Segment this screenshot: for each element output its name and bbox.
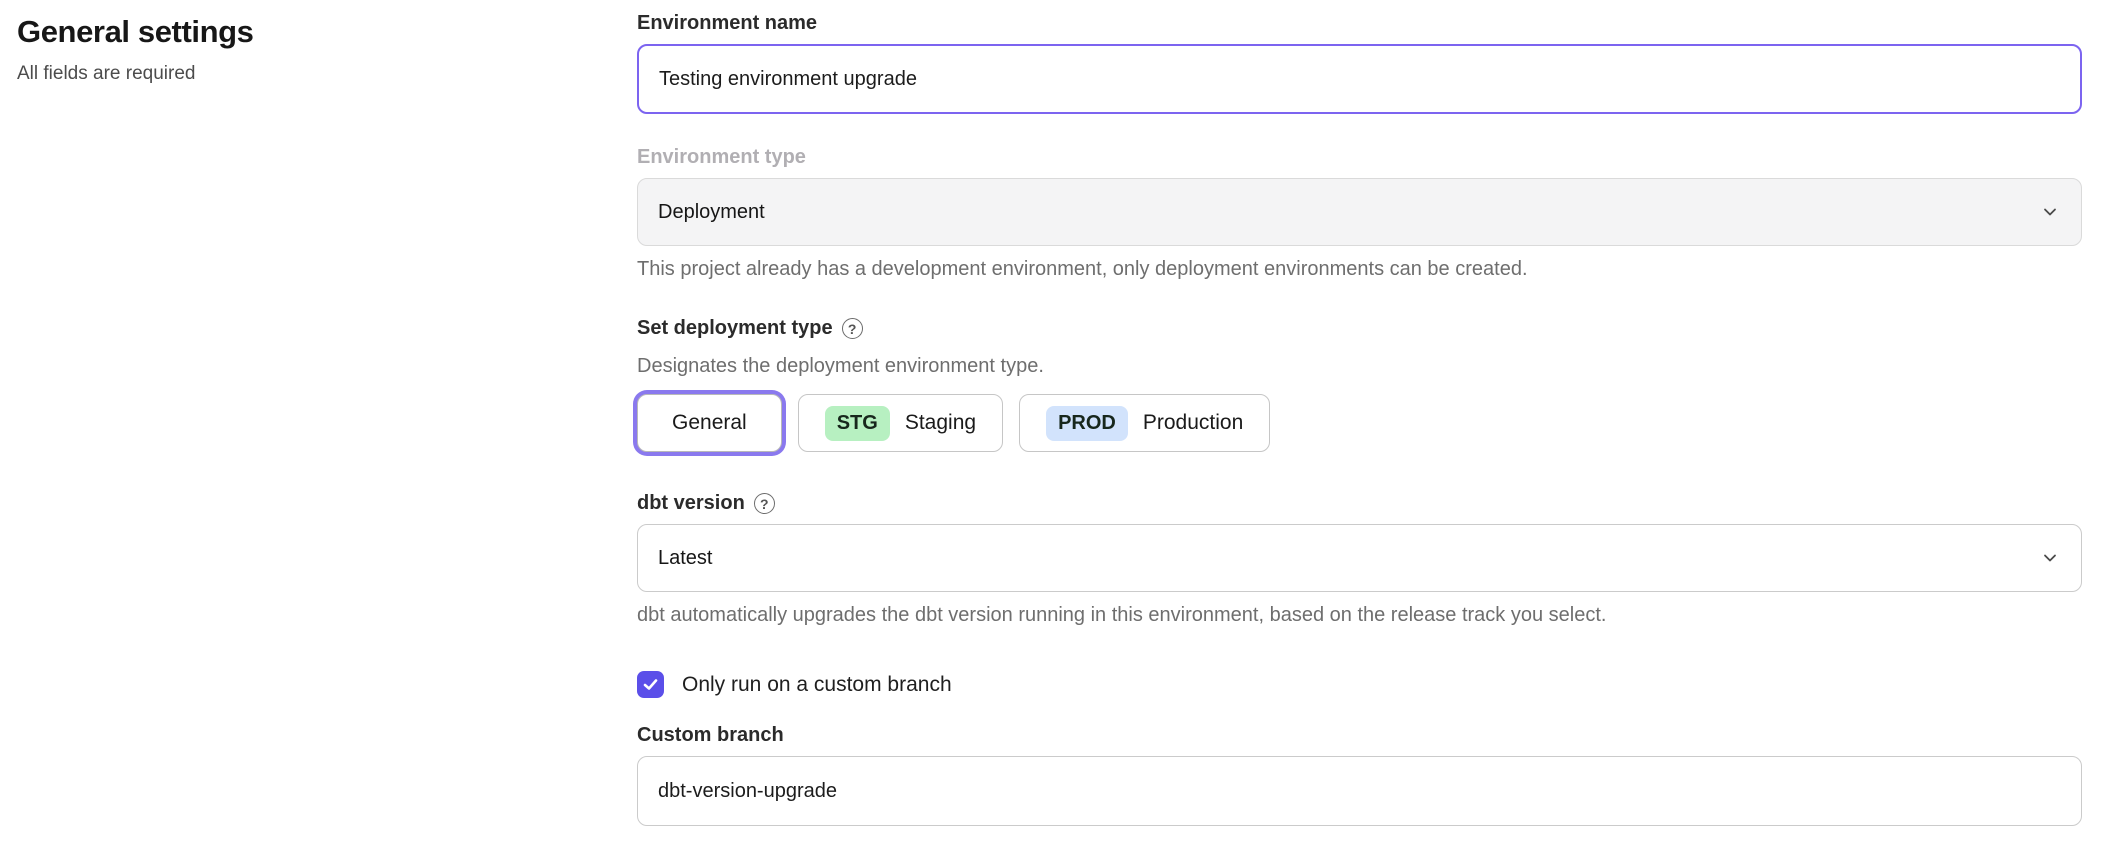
deployment-type-options: General STG Staging PROD Production	[637, 394, 2082, 452]
environment-type-group: Environment type Deployment This project…	[637, 146, 2082, 281]
prod-badge: PROD	[1046, 406, 1128, 441]
environment-type-select[interactable]: Deployment	[637, 178, 2082, 246]
chevron-down-icon	[2041, 549, 2059, 567]
custom-branch-checkbox-label: Only run on a custom branch	[682, 673, 952, 697]
environment-type-helper: This project already has a development e…	[637, 258, 2082, 281]
settings-header: General settings All fields are required	[0, 0, 637, 826]
custom-branch-group: Custom branch	[637, 724, 2082, 826]
stg-badge: STG	[825, 406, 890, 441]
dbt-version-value: Latest	[658, 547, 712, 570]
production-button-label: Production	[1143, 411, 1243, 435]
deployment-type-label: Set deployment type	[637, 317, 833, 340]
chevron-down-icon	[2041, 203, 2059, 221]
environment-name-input[interactable]	[637, 44, 2082, 114]
deployment-type-helper: Designates the deployment environment ty…	[637, 355, 2082, 378]
deployment-type-label-row: Set deployment type ?	[637, 317, 2082, 340]
dbt-version-label: dbt version	[637, 492, 745, 515]
custom-branch-checkbox-row: Only run on a custom branch	[637, 671, 2082, 698]
staging-button-label: Staging	[905, 411, 976, 435]
deployment-type-help-icon[interactable]: ?	[842, 318, 863, 339]
deployment-type-group: Set deployment type ? Designates the dep…	[637, 317, 2082, 452]
environment-type-value: Deployment	[658, 201, 765, 224]
environment-name-group: Environment name	[637, 12, 2082, 114]
dbt-version-help-icon[interactable]: ?	[754, 493, 775, 514]
deployment-type-general-button[interactable]: General	[637, 394, 782, 452]
custom-branch-label: Custom branch	[637, 724, 784, 747]
dbt-version-select[interactable]: Latest	[637, 524, 2082, 592]
general-button-label: General	[672, 411, 747, 435]
deployment-type-staging-button[interactable]: STG Staging	[798, 394, 1003, 452]
dbt-version-helper: dbt automatically upgrades the dbt versi…	[637, 604, 2082, 627]
environment-name-label: Environment name	[637, 12, 817, 35]
deployment-type-production-button[interactable]: PROD Production	[1019, 394, 1270, 452]
settings-form: Environment name Environment type Deploy…	[637, 0, 2116, 826]
page-title: General settings	[17, 14, 637, 50]
environment-type-label: Environment type	[637, 146, 806, 169]
settings-page: General settings All fields are required…	[0, 0, 2116, 826]
checkmark-icon	[642, 676, 659, 693]
page-subtitle: All fields are required	[17, 63, 637, 85]
dbt-version-group: dbt version ? Latest dbt automatically u…	[637, 492, 2082, 627]
custom-branch-input[interactable]	[637, 756, 2082, 826]
custom-branch-checkbox[interactable]	[637, 671, 664, 698]
dbt-version-label-row: dbt version ?	[637, 492, 2082, 515]
